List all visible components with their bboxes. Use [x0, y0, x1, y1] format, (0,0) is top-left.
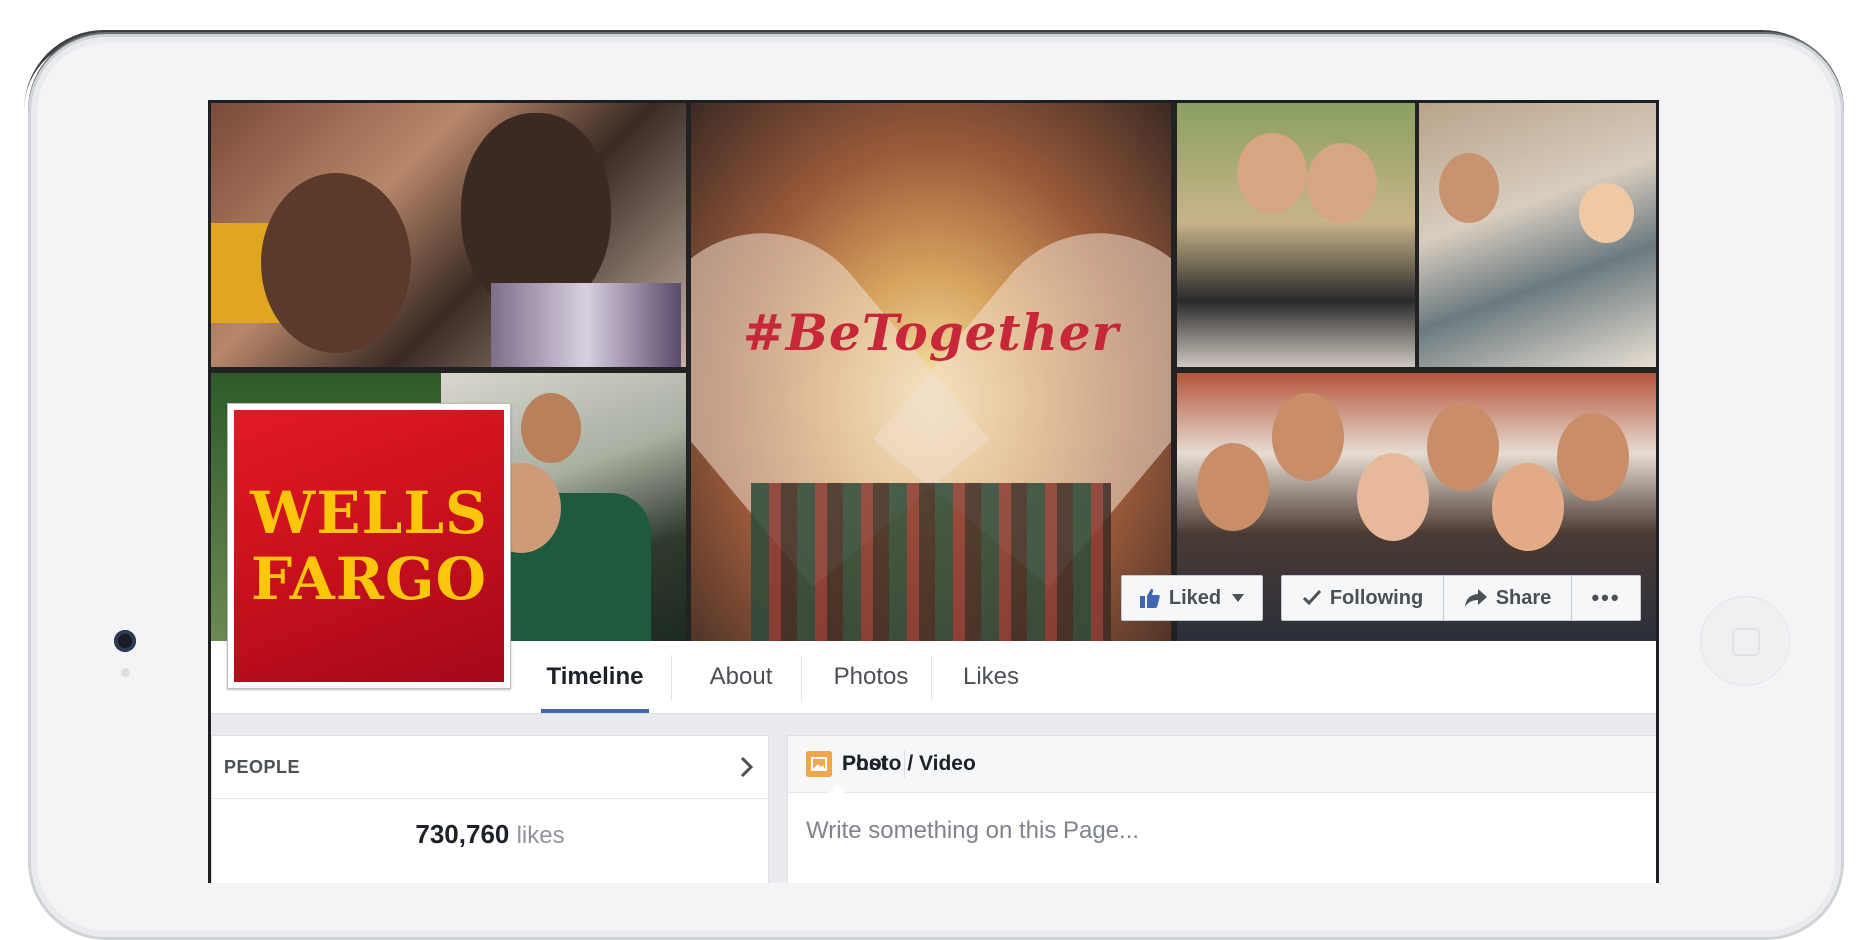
wells-fargo-logo: WELLS FARGO	[234, 410, 504, 682]
people-card-header[interactable]: PEOPLE	[212, 736, 768, 799]
camera-lens	[114, 630, 136, 652]
cover-hashtag: #BeTogether	[742, 303, 1120, 362]
share-label: Share	[1495, 586, 1552, 609]
light-sensor	[121, 668, 130, 677]
likes-unit: likes	[516, 822, 565, 849]
more-dots-icon: •••	[1591, 585, 1621, 610]
cover-photo-friends	[1177, 103, 1415, 367]
tab-about[interactable]: About	[691, 641, 791, 713]
page-actions: Liked Following Share •••	[211, 575, 1656, 623]
likes-count: 730,760	[415, 819, 510, 849]
liked-label: Liked	[1168, 586, 1222, 609]
people-card: PEOPLE 730,760 likes	[211, 735, 769, 883]
cover-photo-heart: #BeTogether	[691, 103, 1171, 641]
tab-photos[interactable]: Photos	[821, 641, 921, 713]
people-card-title: PEOPLE	[224, 756, 301, 777]
more-options-button[interactable]: •••	[1571, 575, 1641, 621]
thumbs-up-icon	[1139, 588, 1160, 608]
likes-summary: 730,760 likes	[212, 819, 768, 850]
home-button-icon	[1732, 628, 1760, 656]
following-label: Following	[1329, 586, 1424, 609]
logo-line-1: WELLS	[250, 479, 488, 547]
share-arrow-icon	[1464, 589, 1487, 607]
composer-card: Post Photo / Video Write something on th…	[787, 735, 1656, 883]
composer-header: Post Photo / Video	[788, 736, 1656, 793]
active-tab-caret	[828, 784, 846, 793]
cover-photo-couple	[211, 103, 686, 367]
liked-button[interactable]: Liked	[1121, 575, 1263, 621]
following-button[interactable]: Following	[1281, 575, 1443, 621]
share-button[interactable]: Share	[1443, 575, 1571, 621]
tab-divider	[671, 655, 672, 701]
cover-photo-family	[1419, 103, 1656, 367]
tab-divider	[931, 655, 932, 701]
composer-photo-label: Photo / Video	[842, 752, 976, 775]
facebook-page-screen: #BeTogether WELLS FARGO Liked Following …	[208, 100, 1659, 883]
checkmark-icon	[1302, 589, 1321, 606]
tab-likes[interactable]: Likes	[951, 641, 1031, 713]
chevron-right-icon[interactable]	[740, 756, 754, 778]
profile-picture[interactable]: WELLS FARGO	[227, 403, 511, 689]
composer-tab-photo-video[interactable]: Photo / Video	[806, 751, 976, 777]
caret-down-icon	[1232, 594, 1245, 602]
tab-timeline[interactable]: Timeline	[541, 641, 649, 713]
photo-icon	[806, 751, 832, 777]
home-button[interactable]	[1700, 596, 1790, 686]
tab-divider	[801, 655, 802, 701]
composer-input[interactable]: Write something on this Page...	[788, 793, 1656, 845]
